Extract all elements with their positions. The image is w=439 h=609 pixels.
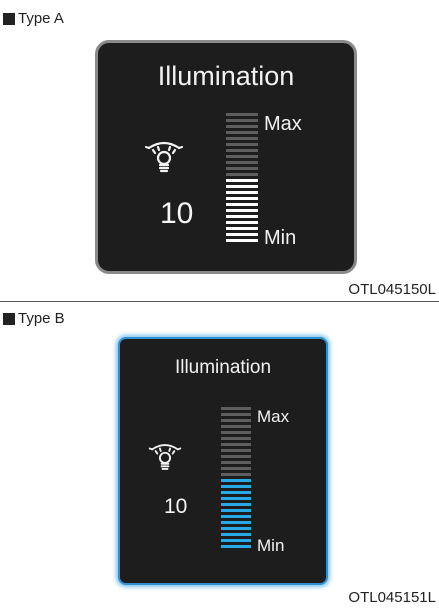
level-segment-lit xyxy=(221,503,251,506)
level-segment-lit xyxy=(221,545,251,548)
illumination-level-bar xyxy=(226,113,258,245)
level-segment-unlit xyxy=(221,455,251,458)
level-segment-lit xyxy=(226,215,258,218)
level-segment-unlit xyxy=(221,419,251,422)
level-segment-unlit xyxy=(221,467,251,470)
bullet-square-icon xyxy=(3,312,15,325)
type-a-label: Type A xyxy=(18,10,64,27)
level-segment-lit xyxy=(221,527,251,530)
min-label: Min xyxy=(257,536,285,555)
level-segment-unlit xyxy=(221,431,251,434)
type-b-label: Type B xyxy=(18,310,65,327)
level-segment-lit xyxy=(221,479,251,482)
level-segment-unlit xyxy=(226,143,258,146)
level-segment-lit xyxy=(226,209,258,212)
illumination-level-value: 10 xyxy=(164,495,188,518)
level-segment-lit xyxy=(221,521,251,524)
level-segment-unlit xyxy=(221,413,251,416)
level-segment-unlit xyxy=(221,473,251,476)
level-segment-lit xyxy=(221,533,251,536)
max-label: Max xyxy=(264,113,302,135)
panel-title: Illumination xyxy=(157,61,295,91)
type-b-section: Type B Illumination 10 Max Min OTL045151… xyxy=(0,302,439,609)
illumination-level-bar xyxy=(221,407,251,551)
level-segment-unlit xyxy=(221,449,251,452)
level-segment-lit xyxy=(221,497,251,500)
level-segment-lit xyxy=(226,185,258,188)
level-segment-unlit xyxy=(221,407,251,410)
panel-title: Illumination xyxy=(174,357,272,378)
illumination-panel-b: Illumination 10 Max Min xyxy=(118,337,328,585)
level-segment-lit xyxy=(221,509,251,512)
max-label: Max xyxy=(257,407,290,426)
level-segment-lit xyxy=(221,491,251,494)
level-segment-lit xyxy=(226,197,258,200)
dashboard-bulb-icon xyxy=(148,444,182,470)
level-segment-lit xyxy=(221,539,251,542)
level-segment-lit xyxy=(226,239,258,242)
level-segment-lit xyxy=(226,221,258,224)
type-a-section: Type A Illumination 10 Max Min OTL045150… xyxy=(0,0,439,302)
level-segment-unlit xyxy=(226,173,258,176)
level-segment-unlit xyxy=(221,437,251,440)
min-label: Min xyxy=(264,227,297,249)
level-segment-lit xyxy=(221,515,251,518)
bullet-square-icon xyxy=(3,12,15,25)
figure-code-b: OTL045151L xyxy=(348,589,436,606)
type-b-heading: Type B xyxy=(3,310,65,327)
figure-code-a: OTL045150L xyxy=(348,281,436,298)
level-segment-unlit xyxy=(226,149,258,152)
level-segment-lit xyxy=(226,203,258,206)
level-segment-unlit xyxy=(226,155,258,158)
dashboard-bulb-icon xyxy=(144,141,184,173)
level-segment-lit xyxy=(226,179,258,182)
level-segment-unlit xyxy=(226,113,258,116)
level-segment-lit xyxy=(226,233,258,236)
level-segment-unlit xyxy=(226,167,258,170)
level-segment-unlit xyxy=(226,119,258,122)
level-segment-lit xyxy=(226,227,258,230)
level-segment-unlit xyxy=(221,443,251,446)
illumination-panel-a: Illumination 10 Max Min xyxy=(95,40,357,274)
level-segment-unlit xyxy=(221,425,251,428)
level-segment-unlit xyxy=(226,161,258,164)
level-segment-unlit xyxy=(226,137,258,140)
level-segment-unlit xyxy=(226,125,258,128)
type-a-heading: Type A xyxy=(3,10,64,27)
illumination-level-value: 10 xyxy=(160,197,194,230)
level-segment-unlit xyxy=(221,461,251,464)
level-segment-lit xyxy=(221,485,251,488)
level-segment-lit xyxy=(226,191,258,194)
level-segment-unlit xyxy=(226,131,258,134)
